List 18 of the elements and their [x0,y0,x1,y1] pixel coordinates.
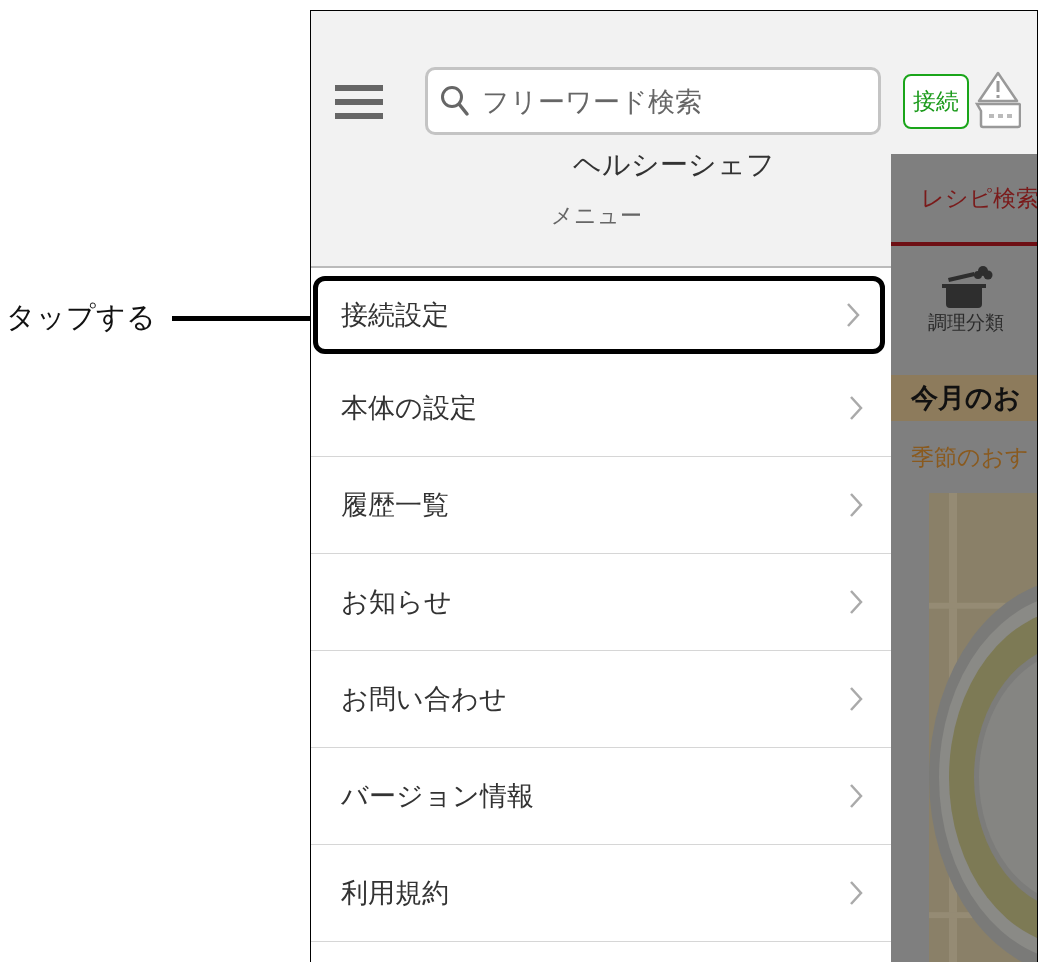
callout-label: タップする [5,299,156,337]
menu-icon[interactable] [335,85,383,119]
category-label: 調理分類 [928,310,1004,335]
menu-item[interactable]: 接続設定 [313,276,885,354]
chevron-right-icon [849,492,863,518]
chevron-right-icon [846,302,860,328]
chevron-right-icon [849,880,863,906]
chevron-right-icon [849,395,863,421]
menu-title: メニュー [551,202,642,230]
chevron-right-icon [849,589,863,615]
connect-button[interactable]: 接続 [903,74,969,129]
device-warning-icon[interactable] [975,71,1021,129]
section-title: 今月のお [891,375,1037,421]
search-field[interactable]: フリーワード検索 [425,67,881,135]
chevron-right-icon [849,783,863,809]
chevron-right-icon [849,686,863,712]
app-title: ヘルシーシェフ [573,147,775,183]
section-subtitle: 季節のおす [910,442,1030,472]
